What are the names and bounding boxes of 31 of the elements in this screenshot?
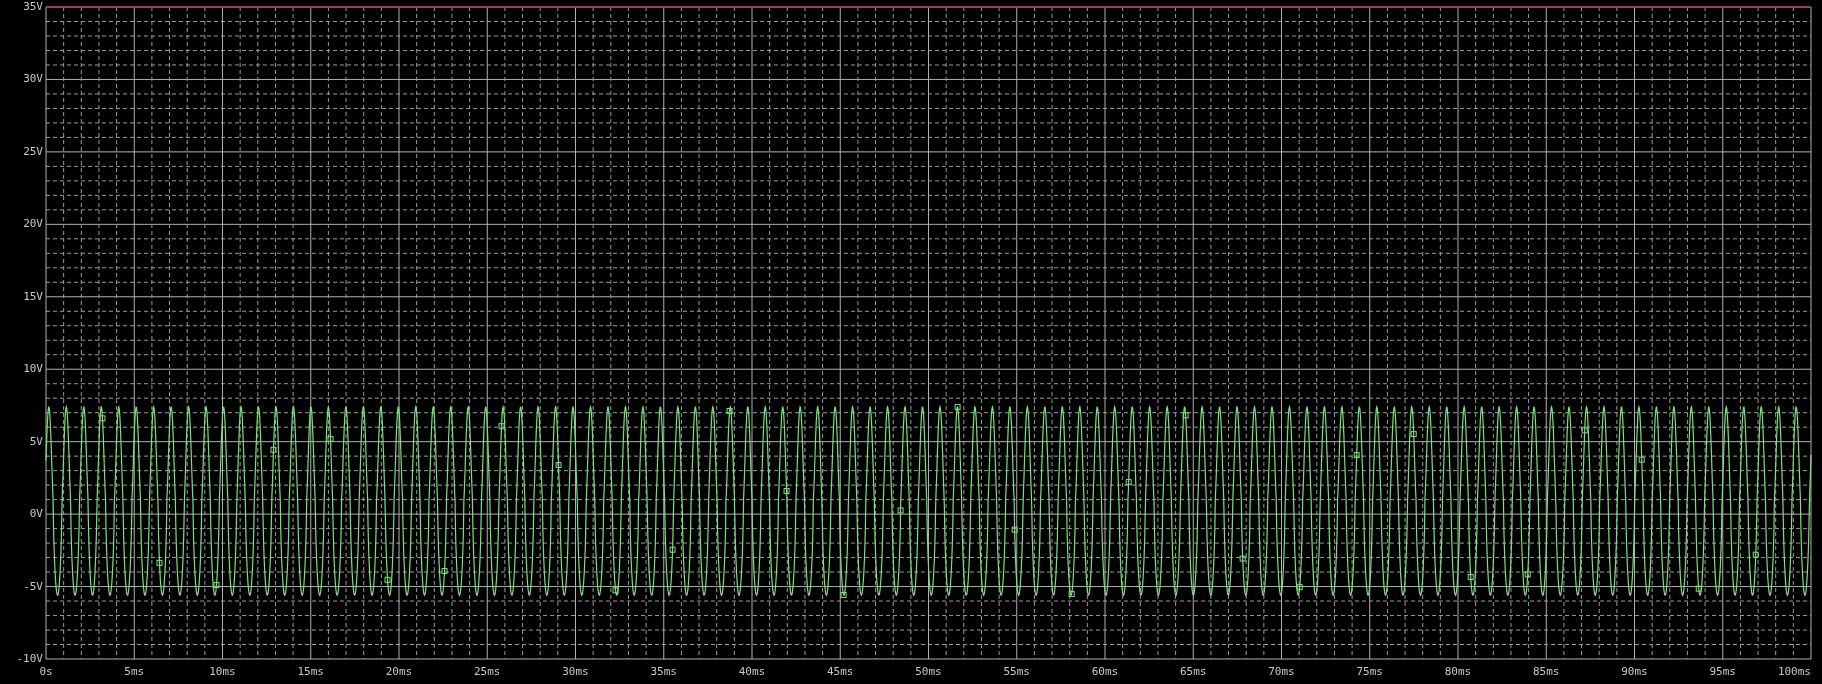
x-axis-label: 40ms	[738, 663, 766, 680]
x-axis-label: 95ms	[1709, 663, 1736, 680]
y-axis-label: 35V	[23, 0, 43, 14]
x-axis-label: 25ms	[474, 663, 501, 680]
y-axis-label: 30V	[23, 72, 43, 87]
y-axis-label: 20V	[23, 217, 43, 232]
x-axis-label: 10ms	[209, 663, 236, 680]
y-axis-label: -10V	[16, 651, 43, 666]
y-axis-label: 5V	[29, 434, 43, 449]
y-axis-label: 10V	[23, 362, 43, 377]
x-axis-label: 65ms	[1180, 663, 1207, 680]
x-axis-label: 80ms	[1444, 663, 1472, 680]
x-axis-label: 70ms	[1268, 663, 1295, 680]
x-axis-label: 30ms	[562, 663, 589, 680]
x-axis-label: 85ms	[1533, 663, 1560, 680]
x-axis-label: 15ms	[297, 663, 324, 680]
y-axis-label: 0V	[29, 507, 43, 522]
y-axis-label: 25V	[23, 144, 43, 159]
x-axis-label: 35ms	[650, 663, 677, 680]
x-axis-label: 50ms	[915, 663, 942, 680]
x-axis-label: 0s	[39, 663, 53, 680]
x-axis-label: 100ms	[1777, 663, 1811, 680]
x-axis-label: 75ms	[1356, 663, 1383, 680]
x-axis-label: 60ms	[1091, 663, 1119, 680]
y-axis-label: 15V	[23, 289, 43, 304]
x-axis-label: 45ms	[827, 663, 854, 680]
x-axis-label: 55ms	[1003, 663, 1030, 680]
x-axis-label: 90ms	[1621, 663, 1648, 680]
y-axis-label: -5V	[23, 579, 43, 594]
x-axis-label: 20ms	[385, 663, 413, 680]
x-axis-label: 5ms	[124, 663, 145, 680]
